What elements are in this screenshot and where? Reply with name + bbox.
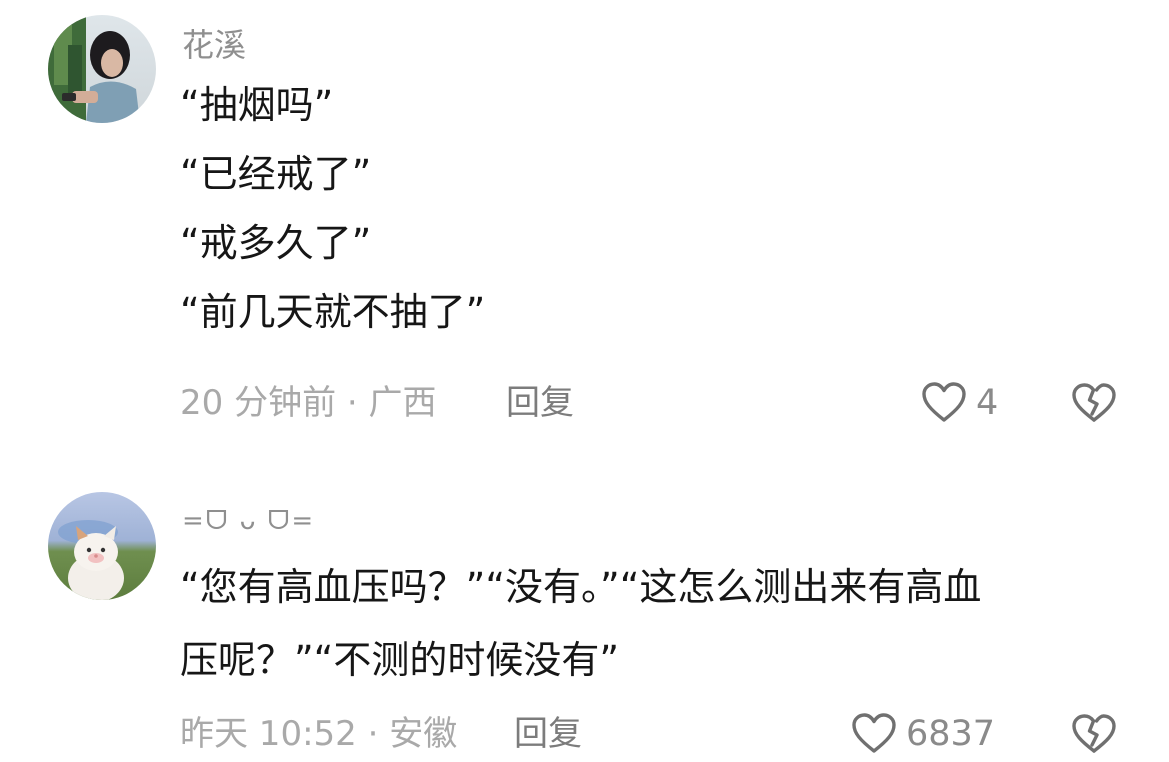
comment-text: “抽烟吗” “已经戒了” “戒多久了” “前几天就不抽了” [180,86,1140,362]
comment-meta: 昨天 10:52 · 安徽 回复 6837 [180,712,1140,756]
like-count: 6837 [906,714,996,754]
username[interactable]: 花溪 [182,20,246,66]
broken-heart-icon [1072,714,1116,753]
avatar[interactable] [48,15,156,123]
like-button[interactable]: 6837 [850,712,995,756]
comment-line: “抽烟吗” [180,83,334,127]
reply-button[interactable]: 回复 [514,712,582,756]
like-count: 4 [976,383,999,423]
broken-heart-icon [1072,383,1116,422]
reply-button[interactable]: 回复 [506,381,574,425]
comment-line: “戒多久了” [180,221,372,265]
comment-line: “已经戒了” [180,152,372,196]
dislike-button[interactable] [1070,712,1118,756]
comment-item: 花溪 “抽烟吗” “已经戒了” “戒多久了” “前几天就不抽了” 20 分钟前 … [0,0,1169,440]
comment-meta: 20 分钟前 · 广西 回复 4 [180,381,1140,425]
heart-outline-icon [922,382,966,422]
like-button[interactable]: 4 [920,381,998,425]
username[interactable]: =ᗜ ᴗ ᗜ= [182,506,315,537]
comment-item: =ᗜ ᴗ ᗜ= “您有高血压吗？”“没有。”“这怎么测出来有高血 压呢？”“不测… [0,476,1169,762]
avatar[interactable] [48,492,156,600]
cat-photo-avatar [48,492,156,600]
comment-line: 压呢？”“不测的时候没有” [180,638,620,682]
woman-photo-avatar [48,15,156,123]
heart-outline-icon [852,713,896,753]
comment-line: “您有高血压吗？”“没有。”“这怎么测出来有高血 [180,565,982,609]
comment-text: “您有高血压吗？”“没有。”“这怎么测出来有高血 压呢？”“不测的时候没有” [180,568,1140,714]
timestamp-location: 昨天 10:52 · 安徽 [180,714,458,754]
timestamp-location: 20 分钟前 · 广西 [180,383,437,423]
dislike-button[interactable] [1070,381,1118,425]
comment-line: “前几天就不抽了” [180,290,486,334]
